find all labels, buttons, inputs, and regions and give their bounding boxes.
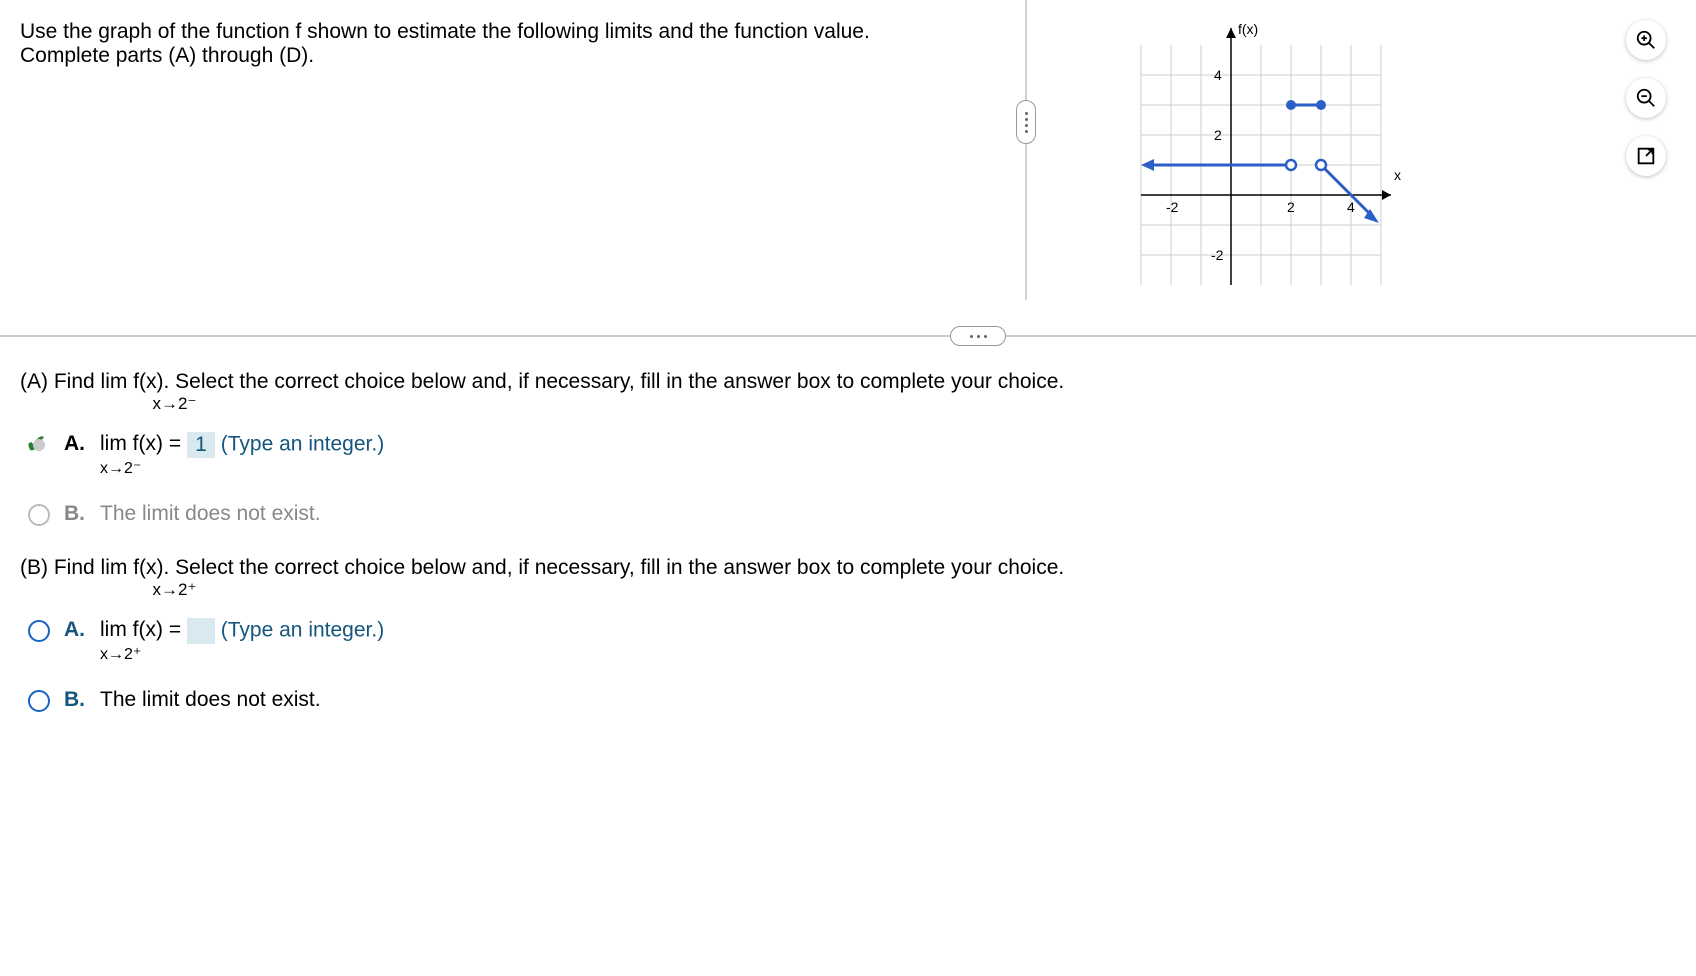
hint-a-a: (Type an integer.) xyxy=(221,433,384,456)
part-a-prompt: (A) Find lim f(x). Select the correct ch… xyxy=(20,370,1676,414)
open-external-icon xyxy=(1635,145,1657,167)
option-a-a-label: A. xyxy=(64,432,88,456)
panel-divider xyxy=(1025,0,1027,300)
option-a-b-label: B. xyxy=(64,502,88,526)
option-b-b[interactable]: B. The limit does not exist. xyxy=(28,688,1676,712)
radio-a-a[interactable]: ✔ xyxy=(28,434,50,456)
option-a-b[interactable]: B. The limit does not exist. xyxy=(28,502,1676,526)
part-a-prefix: (A) Find xyxy=(20,370,95,393)
closed-point-2-3 xyxy=(1286,100,1296,110)
closed-point-3-3 xyxy=(1316,100,1326,110)
question-line-1: Use the graph of the function f shown to… xyxy=(20,20,1020,44)
option-b-a-label: A. xyxy=(64,618,88,642)
option-a-b-text: The limit does not exist. xyxy=(100,502,321,526)
tick-2y: 2 xyxy=(1214,127,1222,143)
horizontal-divider xyxy=(0,335,1696,337)
part-a-lim-text: lim f(x). Select the correct choice belo… xyxy=(101,370,1065,393)
open-point-3-1 xyxy=(1316,160,1326,170)
part-a-lim-sub: x→2⁻ xyxy=(153,394,1065,414)
option-b-a[interactable]: A. lim f(x) = x→2⁺ (Type an integer.) xyxy=(28,618,1676,664)
part-b: (B) Find lim f(x). Select the correct ch… xyxy=(20,556,1676,712)
option-b-a-lim: lim f(x) = xyxy=(100,618,181,641)
part-a: (A) Find lim f(x). Select the correct ch… xyxy=(20,370,1676,526)
option-a-a-lim: lim f(x) = xyxy=(100,432,181,455)
hint-b-a: (Type an integer.) xyxy=(221,619,384,642)
option-b-b-label: B. xyxy=(64,688,88,712)
option-a-a-lim-sub: x→2⁻ xyxy=(100,458,181,478)
graph-tools xyxy=(1626,20,1666,176)
open-external-button[interactable] xyxy=(1626,136,1666,176)
radio-a-b[interactable] xyxy=(28,504,50,526)
zoom-in-icon xyxy=(1635,29,1657,51)
radio-b-b[interactable] xyxy=(28,690,50,712)
answer-input-b[interactable] xyxy=(187,618,215,644)
part-b-prompt: (B) Find lim f(x). Select the correct ch… xyxy=(20,556,1676,600)
option-b-b-text: The limit does not exist. xyxy=(100,688,321,712)
tick-neg2y: -2 xyxy=(1211,247,1224,263)
x-axis-label: x xyxy=(1394,167,1401,183)
part-b-lim-text: lim f(x). Select the correct choice belo… xyxy=(101,556,1065,579)
zoom-in-button[interactable] xyxy=(1626,20,1666,60)
question-text: Use the graph of the function f shown to… xyxy=(20,20,1020,68)
y-axis-label: f(x) xyxy=(1238,21,1258,37)
zoom-out-icon xyxy=(1635,87,1657,109)
option-b-a-lim-sub: x→2⁺ xyxy=(100,644,181,664)
tick-4x: 4 xyxy=(1347,199,1355,215)
answer-input-a[interactable]: 1 xyxy=(187,432,215,458)
part-b-prefix: (B) Find xyxy=(20,556,95,579)
zoom-out-button[interactable] xyxy=(1626,78,1666,118)
tick-2x: 2 xyxy=(1287,199,1295,215)
radio-b-a[interactable] xyxy=(28,620,50,642)
tick-4y: 4 xyxy=(1214,67,1222,83)
option-a-a[interactable]: ✔ A. lim f(x) = x→2⁻ 1 (Type an integer.… xyxy=(28,432,1676,478)
collapse-graph-toggle[interactable] xyxy=(1016,100,1036,144)
tick-neg2x: -2 xyxy=(1166,199,1179,215)
question-line-2: Complete parts (A) through (D). xyxy=(20,44,1020,68)
correct-check-icon: ✔ xyxy=(26,430,46,459)
expand-toggle[interactable] xyxy=(950,326,1006,346)
function-graph: -2 2 4 2 4 -2 f(x) x xyxy=(1116,20,1416,300)
part-b-lim-sub: x→2⁺ xyxy=(153,580,1065,600)
open-point-2-1 xyxy=(1286,160,1296,170)
